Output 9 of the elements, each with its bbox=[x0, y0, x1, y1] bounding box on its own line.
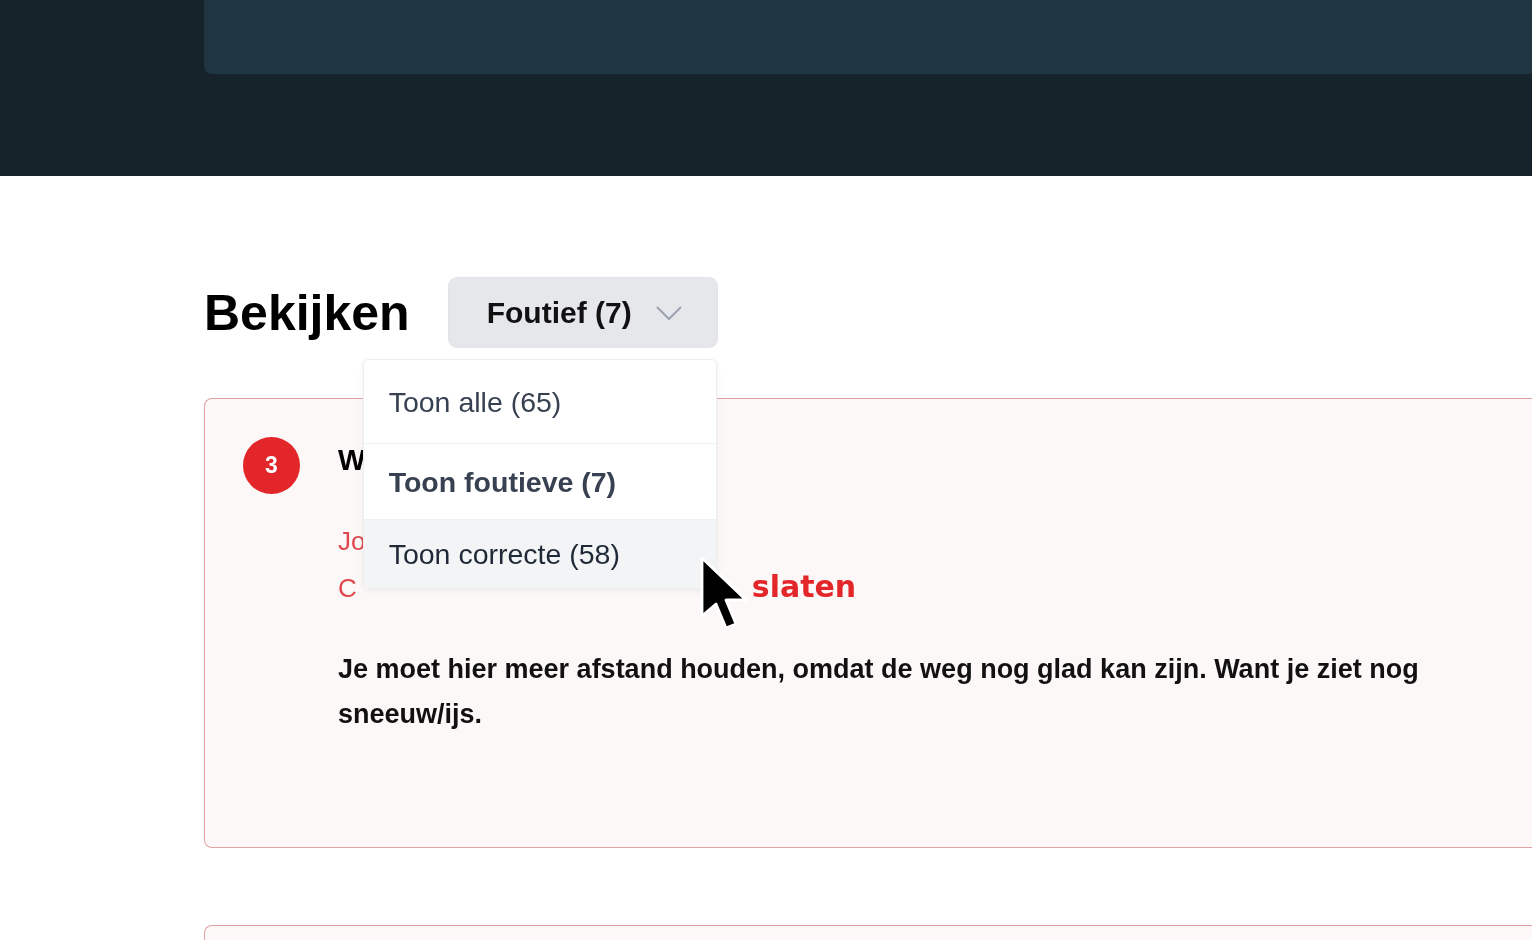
question-number-badge: 3 bbox=[243, 437, 300, 494]
correct-answer-label: C bbox=[338, 572, 357, 605]
menu-option[interactable]: Toon correcte (58) bbox=[363, 520, 716, 588]
correct-answer-text: slaten bbox=[751, 568, 857, 606]
question-text: W bbox=[338, 443, 366, 478]
filter-dropdown[interactable]: Foutief (7) bbox=[448, 278, 717, 347]
chevron-down-icon bbox=[655, 305, 682, 320]
explanation-text: Je moet hier meer afstand houden, omdat de weg nog glad kan zijn. Want je ziet nog sneeuw/ijs. bbox=[338, 653, 1420, 731]
page-title: Bekijken bbox=[204, 283, 410, 343]
